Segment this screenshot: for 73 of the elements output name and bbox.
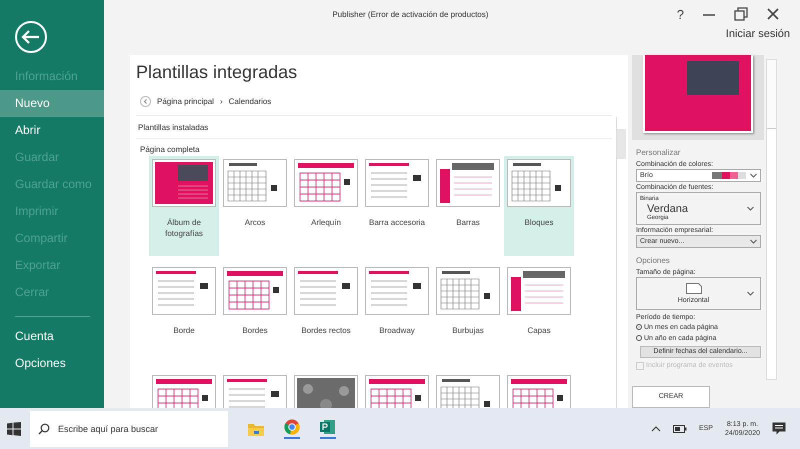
radio-button[interactable] — [636, 335, 642, 342]
folder-icon[interactable] — [248, 422, 264, 436]
template-label: Arlequín — [310, 217, 342, 228]
template-tile[interactable]: Arcos — [220, 156, 290, 256]
scrollbar[interactable] — [616, 117, 626, 408]
template-thumbnail-drawing — [365, 267, 429, 315]
gallery-title: Plantillas integradas — [136, 62, 298, 84]
template-thumbnail-drawing — [436, 159, 500, 207]
section-heading: Opciones — [636, 256, 671, 265]
windows-start-icon[interactable] — [7, 422, 21, 436]
help-button[interactable]: ? — [676, 6, 684, 22]
template-thumbnail-drawing — [507, 159, 571, 207]
template-label: Barra accesoria — [368, 217, 426, 228]
window-title: Publisher (Error de activación de productos) — [331, 10, 490, 18]
template-tile[interactable]: Álbum de fotografías — [149, 156, 219, 256]
taskbar-search-field[interactable]: Escribe aquí para buscar — [30, 410, 228, 446]
template-thumbnail-drawing — [294, 159, 358, 207]
template-label: Burbujas — [451, 325, 485, 336]
restore-icon[interactable] — [734, 7, 748, 21]
template-thumbnail-drawing — [152, 267, 216, 315]
breadcrumb-separator: › — [220, 97, 223, 106]
scrollbar[interactable] — [766, 59, 777, 380]
template-label: Álbum de fotografías — [164, 217, 204, 239]
template-label: Broadway — [378, 325, 416, 336]
template-tile[interactable]: Borde — [149, 264, 219, 364]
template-tile[interactable]: Broadway — [362, 264, 432, 364]
template-thumbnail-drawing — [223, 159, 287, 207]
caret-icon — [750, 238, 757, 244]
group-heading: Página completa — [139, 144, 201, 156]
caret-icon — [747, 290, 754, 296]
close-icon[interactable] — [766, 7, 780, 21]
template-label: Borde — [172, 325, 196, 336]
template-tile[interactable]: Arlequín — [291, 156, 361, 256]
sign-in-link[interactable]: Iniciar sesión — [726, 28, 790, 40]
template-tile[interactable]: Bordes — [220, 264, 290, 364]
template-thumbnail-drawing — [223, 267, 287, 315]
browser-icon[interactable] — [284, 418, 300, 438]
notifications-icon[interactable] — [772, 422, 786, 435]
template-label: Barras — [455, 217, 481, 228]
template-label: Arcos — [244, 217, 266, 228]
template-tile[interactable]: Burbujas — [433, 264, 503, 364]
template-thumbnail-drawing — [436, 267, 500, 315]
template-label: Bordes rectos — [300, 325, 352, 336]
back-icon[interactable] — [140, 96, 151, 107]
color-swatches-icon — [712, 172, 746, 180]
template-tile[interactable]: Bordes rectos — [291, 264, 361, 364]
template-thumbnail-drawing — [365, 159, 429, 207]
template-thumbnail-drawing — [294, 267, 358, 315]
page-icon — [686, 282, 702, 294]
caret-icon — [747, 206, 754, 212]
template-tile[interactable]: Barras — [433, 156, 503, 256]
sidebar-item[interactable]: Cuenta — [0, 323, 104, 350]
caret-icon — [750, 173, 757, 178]
template-thumbnail-drawing — [152, 159, 216, 207]
photo-placeholder — [687, 61, 739, 95]
section-heading: Plantillas instaladas — [136, 116, 612, 139]
template-tile[interactable]: Bloques — [504, 156, 574, 256]
battery-icon[interactable] — [672, 424, 687, 432]
template-label: Capas — [526, 325, 552, 336]
template-tile[interactable]: Capas — [504, 264, 574, 364]
chevron-up-icon[interactable] — [650, 426, 661, 432]
template-thumbnail-drawing — [507, 267, 571, 315]
radio-button[interactable] — [636, 324, 642, 330]
template-label: Bordes — [241, 325, 269, 336]
template-tile[interactable]: Barra accesoria — [362, 156, 432, 256]
publisher-app-icon[interactable] — [320, 418, 336, 438]
breadcrumb-link[interactable]: Página principal — [157, 97, 214, 106]
template-label: Bloques — [524, 217, 554, 228]
breadcrumb-link[interactable]: Calendarios — [228, 97, 272, 106]
sidebar-item[interactable]: Abrir — [0, 117, 104, 144]
sidebar-item[interactable]: Opciones — [0, 350, 104, 377]
section-heading: Personalizar — [636, 148, 682, 158]
search-icon — [38, 422, 50, 434]
